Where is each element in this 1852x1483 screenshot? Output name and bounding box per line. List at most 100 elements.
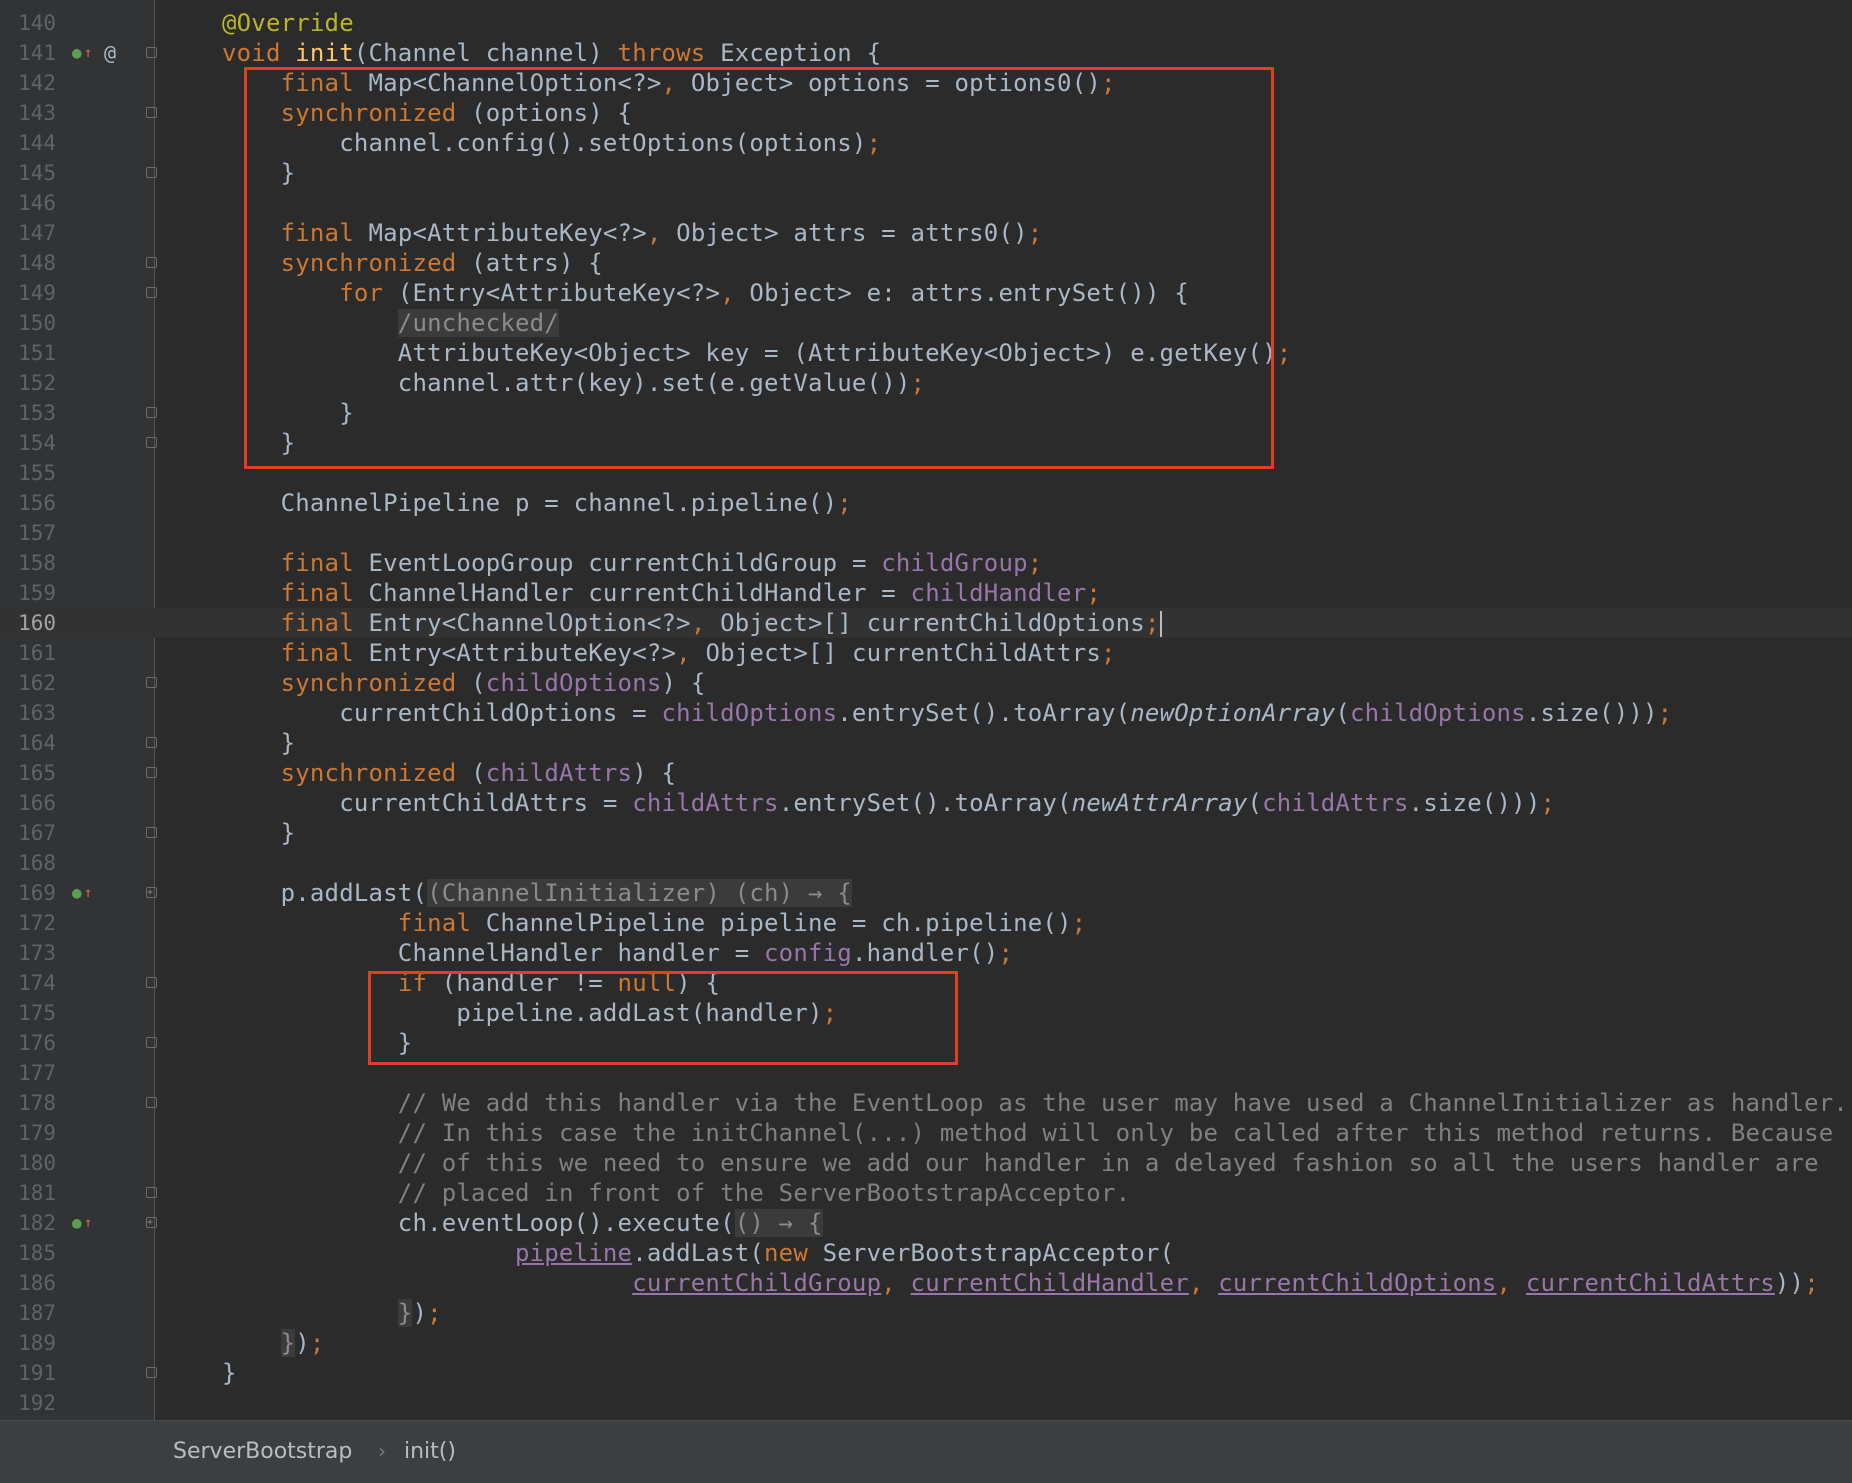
code-line[interactable]: 157: [0, 518, 1852, 548]
code-line[interactable]: 152 channel.attr(key).set(e.getValue());: [0, 368, 1852, 398]
breadcrumb-method[interactable]: init(): [404, 1439, 456, 1464]
collapse-fold-icon[interactable]: [146, 827, 157, 838]
code-text[interactable]: // placed in front of the ServerBootstra…: [222, 1178, 1130, 1208]
code-text[interactable]: if (handler != null) {: [222, 968, 720, 998]
breadcrumb-class[interactable]: ServerBootstrap: [173, 1439, 352, 1464]
code-line[interactable]: 176 }: [0, 1028, 1852, 1058]
at-sign-icon[interactable]: @: [104, 43, 116, 63]
code-line[interactable]: 189 });: [0, 1328, 1852, 1358]
expand-fold-icon[interactable]: [146, 878, 157, 908]
code-line[interactable]: 181 // placed in front of the ServerBoot…: [0, 1178, 1852, 1208]
code-line[interactable]: 168: [0, 848, 1852, 878]
code-text[interactable]: });: [222, 1298, 442, 1328]
code-text[interactable]: // In this case the initChannel(...) met…: [222, 1118, 1833, 1148]
code-line[interactable]: 172 final ChannelPipeline pipeline = ch.…: [0, 908, 1852, 938]
code-text[interactable]: synchronized (childOptions) {: [222, 668, 706, 698]
code-text[interactable]: });: [222, 1328, 325, 1358]
code-text[interactable]: @Override: [222, 8, 354, 38]
code-line[interactable]: 178 // We add this handler via the Event…: [0, 1088, 1852, 1118]
code-line[interactable]: 158 final EventLoopGroup currentChildGro…: [0, 548, 1852, 578]
code-line[interactable]: 175 pipeline.addLast(handler);: [0, 998, 1852, 1028]
code-line[interactable]: 146: [0, 188, 1852, 218]
collapse-fold-icon[interactable]: [146, 1367, 157, 1378]
code-text[interactable]: synchronized (options) {: [222, 98, 632, 128]
code-text[interactable]: }: [222, 1028, 412, 1058]
code-text[interactable]: final Entry<ChannelOption<?>, Object>[] …: [222, 608, 1162, 638]
code-text[interactable]: }: [222, 428, 295, 458]
code-line[interactable]: 185 pipeline.addLast(new ServerBootstrap…: [0, 1238, 1852, 1268]
collapse-fold-icon[interactable]: [146, 977, 157, 988]
code-line[interactable]: 148 synchronized (attrs) {: [0, 248, 1852, 278]
code-text[interactable]: final Entry<AttributeKey<?>, Object>[] c…: [222, 638, 1116, 668]
code-line[interactable]: 143 synchronized (options) {: [0, 98, 1852, 128]
collapse-fold-icon[interactable]: [146, 437, 157, 448]
code-text[interactable]: pipeline.addLast(handler);: [222, 998, 837, 1028]
code-text[interactable]: }: [222, 818, 295, 848]
code-text[interactable]: final Map<ChannelOption<?>, Object> opti…: [222, 68, 1116, 98]
code-line[interactable]: 161 final Entry<AttributeKey<?>, Object>…: [0, 638, 1852, 668]
code-line[interactable]: 169 ●↑ p.addLast((ChannelInitializer) (ch…: [0, 878, 1852, 908]
code-line[interactable]: 186 currentChildGroup, currentChildHandl…: [0, 1268, 1852, 1298]
collapse-fold-icon[interactable]: [146, 257, 157, 268]
collapse-fold-icon[interactable]: [146, 737, 157, 748]
code-line[interactable]: 187 });: [0, 1298, 1852, 1328]
code-text[interactable]: AttributeKey<Object> key = (AttributeKey…: [222, 338, 1291, 368]
code-line[interactable]: 141 ● ↑ @ void init(Channel channel) throws …: [0, 38, 1852, 68]
code-line[interactable]: 179 // In this case the initChannel(...)…: [0, 1118, 1852, 1148]
code-text[interactable]: final Map<AttributeKey<?>, Object> attrs…: [222, 218, 1043, 248]
collapse-fold-icon[interactable]: [146, 167, 157, 178]
code-line[interactable]: 163 currentChildOptions = childOptions.e…: [0, 698, 1852, 728]
code-line[interactable]: 149 for (Entry<AttributeKey<?>, Object> …: [0, 278, 1852, 308]
code-text[interactable]: // of this we need to ensure we add our …: [222, 1148, 1819, 1178]
code-line[interactable]: 182 ●↑ ch.eventLoop().execute(() → {: [0, 1208, 1852, 1238]
code-line[interactable]: 156 ChannelPipeline p = channel.pipeline…: [0, 488, 1852, 518]
code-text[interactable]: }: [222, 398, 354, 428]
code-line[interactable]: 147 final Map<AttributeKey<?>, Object> a…: [0, 218, 1852, 248]
collapse-fold-icon[interactable]: [146, 47, 157, 58]
collapse-fold-icon[interactable]: [146, 1187, 157, 1198]
code-line[interactable]: 145 }: [0, 158, 1852, 188]
code-line[interactable]: 151 AttributeKey<Object> key = (Attribut…: [0, 338, 1852, 368]
code-text[interactable]: pipeline.addLast(new ServerBootstrapAcce…: [222, 1238, 1174, 1268]
collapse-fold-icon[interactable]: [146, 407, 157, 418]
code-text[interactable]: final ChannelHandler currentChildHandler…: [222, 578, 1101, 608]
collapse-fold-icon[interactable]: [146, 677, 157, 688]
code-text[interactable]: p.addLast((ChannelInitializer) (ch) → {: [222, 878, 852, 908]
code-line[interactable]: 150 /unchecked/: [0, 308, 1852, 338]
code-text[interactable]: currentChildAttrs = childAttrs.entrySet(…: [222, 788, 1555, 818]
code-line[interactable]: 173 ChannelHandler handler = config.hand…: [0, 938, 1852, 968]
code-text[interactable]: }: [222, 1358, 237, 1388]
code-line[interactable]: 164 }: [0, 728, 1852, 758]
code-editor[interactable]: 140 @Override 141 ● ↑ @ void init(Channel chan…: [0, 0, 1852, 1420]
code-line[interactable]: 142 final Map<ChannelOption<?>, Object> …: [0, 68, 1852, 98]
code-line[interactable]: 160 final Entry<ChannelOption<?>, Object…: [0, 608, 1852, 638]
override-icon[interactable]: ●: [72, 883, 82, 903]
code-text[interactable]: ChannelHandler handler = config.handler(…: [222, 938, 1013, 968]
expand-fold-icon[interactable]: [146, 1208, 157, 1238]
code-text[interactable]: /unchecked/: [222, 308, 559, 338]
code-text[interactable]: synchronized (childAttrs) {: [222, 758, 676, 788]
code-line[interactable]: 177: [0, 1058, 1852, 1088]
code-line[interactable]: 174 if (handler != null) {: [0, 968, 1852, 998]
code-line[interactable]: 153 }: [0, 398, 1852, 428]
code-text[interactable]: channel.config().setOptions(options);: [222, 128, 881, 158]
code-text[interactable]: synchronized (attrs) {: [222, 248, 603, 278]
code-line[interactable]: 162 synchronized (childOptions) {: [0, 668, 1852, 698]
code-text[interactable]: }: [222, 158, 295, 188]
code-text[interactable]: // We add this handler via the EventLoop…: [222, 1088, 1848, 1118]
code-line[interactable]: 155: [0, 458, 1852, 488]
override-icon[interactable]: ●: [72, 43, 82, 63]
collapse-fold-icon[interactable]: [146, 287, 157, 298]
code-text[interactable]: ChannelPipeline p = channel.pipeline();: [222, 488, 852, 518]
code-line[interactable]: 140 @Override: [0, 8, 1852, 38]
code-text[interactable]: }: [222, 728, 295, 758]
override-icon[interactable]: ●: [72, 1213, 82, 1233]
code-line[interactable]: 165 synchronized (childAttrs) {: [0, 758, 1852, 788]
code-lines[interactable]: 140 @Override 141 ● ↑ @ void init(Channel chan…: [0, 8, 1852, 1418]
code-text[interactable]: void init(Channel channel) throws Except…: [222, 38, 881, 68]
code-text[interactable]: final EventLoopGroup currentChildGroup =…: [222, 548, 1043, 578]
code-text[interactable]: currentChildOptions = childOptions.entry…: [222, 698, 1672, 728]
code-line[interactable]: 167 }: [0, 818, 1852, 848]
code-line[interactable]: 180 // of this we need to ensure we add …: [0, 1148, 1852, 1178]
code-text[interactable]: for (Entry<AttributeKey<?>, Object> e: a…: [222, 278, 1189, 308]
